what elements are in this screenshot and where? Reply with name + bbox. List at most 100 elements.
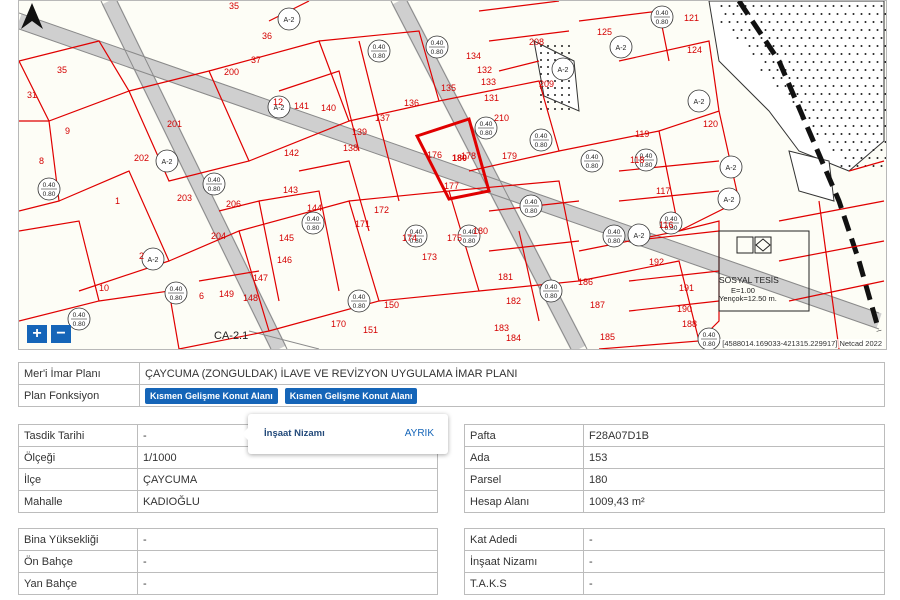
hatch-dot bbox=[884, 45, 886, 47]
hatch-dot bbox=[808, 21, 811, 23]
hatch-dot bbox=[876, 125, 879, 127]
table-row: Kat Adedi - bbox=[464, 528, 885, 551]
map-canvas[interactable]: 0.40 0.80 0.40 0.80 0.40 0.80 0.40 0.80 0.40 0.80… bbox=[19, 1, 886, 349]
tooltip-value: AYRIK bbox=[404, 428, 434, 439]
hatch-dot bbox=[780, 77, 783, 79]
zone-circle: A-2 bbox=[141, 247, 165, 271]
hatch-dot bbox=[808, 69, 811, 71]
hatch-dot bbox=[852, 13, 855, 15]
hatch-dot bbox=[772, 13, 775, 15]
row-value: 153 bbox=[583, 446, 885, 469]
hatch-dot bbox=[808, 5, 811, 7]
parcel-number: 209 bbox=[539, 79, 554, 89]
density-circle: 0.40 0.80 bbox=[301, 211, 325, 235]
parcel-boundary bbox=[498, 60, 540, 72]
plan-function-badge[interactable]: Kısmen Gelişme Konut Alanı bbox=[145, 387, 278, 404]
parcel-number: 200 bbox=[224, 67, 239, 77]
parcel-number: 1 bbox=[115, 196, 120, 206]
hatch-dot bbox=[816, 69, 819, 71]
hatch-dot bbox=[812, 93, 815, 95]
density-circle: 0.40 0.80 bbox=[164, 281, 188, 305]
hatch-dot bbox=[860, 13, 863, 15]
hatch-dot bbox=[808, 117, 811, 119]
hatch-dot bbox=[876, 109, 879, 111]
parcel-number: 182 bbox=[506, 296, 521, 306]
hatch-dot bbox=[884, 141, 886, 143]
hatch-dot bbox=[744, 37, 747, 39]
hatch-dot bbox=[848, 117, 851, 119]
parcel-number: 148 bbox=[243, 293, 258, 303]
hatch-dot bbox=[800, 5, 803, 7]
density-circle: 0.40 0.80 bbox=[519, 194, 543, 218]
hatch-dot bbox=[748, 45, 751, 47]
hatch-dot bbox=[828, 77, 831, 79]
hatch-dot bbox=[864, 21, 867, 23]
hatch-dot bbox=[844, 157, 847, 159]
svg-text:0.80: 0.80 bbox=[307, 225, 320, 232]
parcel-number: 119 bbox=[635, 129, 649, 139]
hatch-dot bbox=[864, 53, 867, 55]
svg-text:0.80: 0.80 bbox=[703, 341, 716, 348]
hatch-dot bbox=[796, 61, 799, 63]
hatch-dot bbox=[836, 77, 839, 79]
hatch-dot bbox=[860, 109, 863, 111]
hatch-dot bbox=[864, 133, 867, 135]
hatch-dot bbox=[848, 5, 851, 7]
parcel-number: 132 bbox=[477, 65, 492, 75]
hatch-dot bbox=[824, 69, 827, 71]
row-value: ÇAYCUMA (ZONGULDAK) İLAVE VE REVİZYON UY… bbox=[139, 362, 885, 385]
svg-text:A-2: A-2 bbox=[724, 197, 735, 204]
parcel-number: 203 bbox=[177, 193, 192, 203]
zoom-out-button[interactable]: − bbox=[51, 325, 71, 343]
hatch-dot bbox=[868, 77, 871, 79]
hatch-dot bbox=[880, 133, 883, 135]
svg-text:0.80: 0.80 bbox=[170, 295, 183, 302]
hatch-dot bbox=[728, 5, 731, 7]
hatch-dot bbox=[876, 29, 879, 31]
hatch-dot bbox=[800, 53, 803, 55]
hatch-dot bbox=[776, 69, 779, 71]
svg-text:0.80: 0.80 bbox=[373, 53, 386, 60]
hatch-dot bbox=[760, 21, 763, 23]
parcel-number: 149 bbox=[219, 289, 234, 299]
hatch-dot bbox=[540, 108, 542, 110]
table-row: İnşaat Nizamı - bbox=[464, 550, 885, 573]
row-value: 1009,43 m² bbox=[583, 490, 885, 513]
table-row: Plan Fonksiyon Kısmen Gelişme Konut Alan… bbox=[18, 384, 885, 407]
hatch-dot bbox=[752, 37, 755, 39]
parcel-boundary bbox=[778, 240, 885, 262]
zoom-in-button[interactable]: + bbox=[27, 325, 47, 343]
row-key: Plan Fonksiyon bbox=[18, 384, 140, 407]
hatch-dot bbox=[880, 149, 883, 151]
hatch-dot bbox=[816, 101, 819, 103]
tooltip-popup: İnşaat Nizamı AYRIK bbox=[242, 414, 448, 454]
svg-text:0.80: 0.80 bbox=[463, 238, 476, 245]
hatch-dot bbox=[840, 117, 843, 119]
hatch-dot bbox=[848, 53, 851, 55]
hatch-dot bbox=[844, 125, 847, 127]
hatch-dot bbox=[568, 87, 570, 89]
parcel-number: 139 bbox=[352, 127, 367, 137]
parcel-number: 150 bbox=[384, 300, 399, 310]
density-circle: 0.40 0.80 bbox=[650, 5, 674, 29]
table-row: Mahalle KADIOĞLU bbox=[18, 490, 438, 513]
plan-function-badge[interactable]: Kısmen Gelişme Konut Alanı bbox=[284, 387, 418, 404]
svg-text:A-2: A-2 bbox=[284, 17, 295, 24]
svg-text:0.40: 0.40 bbox=[608, 229, 621, 236]
hatch-dot bbox=[852, 93, 855, 95]
hatch-dot bbox=[756, 13, 759, 15]
hatch-dot bbox=[844, 13, 847, 15]
parcel-boundary bbox=[818, 200, 840, 349]
hatch-dot bbox=[848, 37, 851, 39]
hatch-dot bbox=[864, 149, 867, 151]
hatch-dot bbox=[724, 13, 727, 15]
hatch-dot bbox=[880, 69, 883, 71]
social-title: SOSYAL TESİS bbox=[719, 275, 779, 285]
svg-text:0.40: 0.40 bbox=[586, 154, 599, 161]
hatch-dot bbox=[880, 117, 883, 119]
hatch-dot bbox=[776, 21, 779, 23]
hatch-dot bbox=[760, 37, 763, 39]
hatch-dot bbox=[764, 61, 767, 63]
hatch-dot bbox=[784, 53, 787, 55]
cadastral-map[interactable]: 0.40 0.80 0.40 0.80 0.40 0.80 0.40 0.80 0.40 0.80… bbox=[18, 0, 887, 350]
